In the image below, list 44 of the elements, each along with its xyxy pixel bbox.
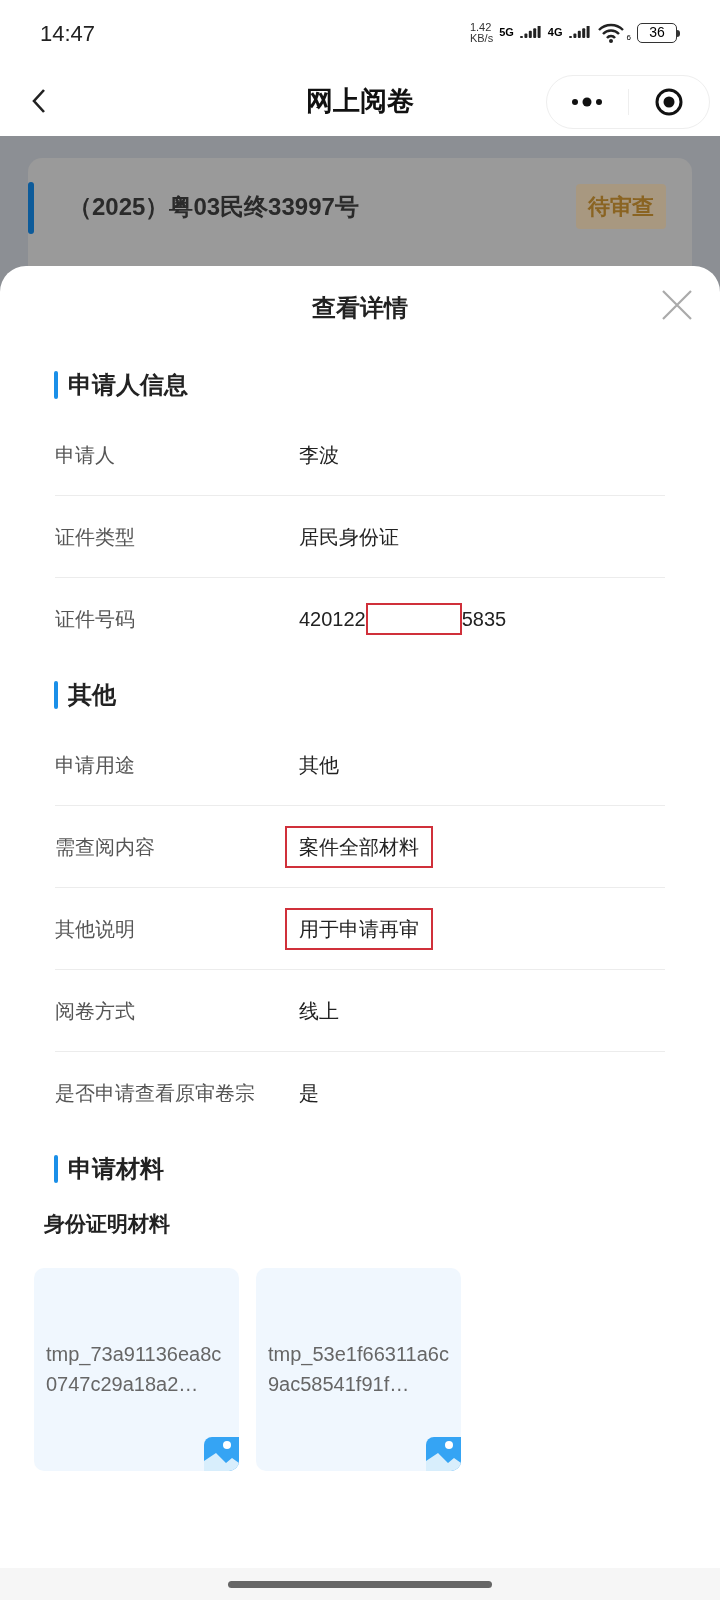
file-tile[interactable]: tmp_73a91136ea8c0747c29a18a2… bbox=[34, 1267, 239, 1471]
field-value: 420122 bbox=[299, 607, 366, 632]
field-value: 用于申请再审 bbox=[285, 907, 433, 950]
status-tag: 待审查 bbox=[576, 184, 666, 229]
field-label: 申请人 bbox=[55, 442, 116, 468]
field-label: 证件号码 bbox=[55, 607, 136, 632]
field-value: 其他 bbox=[299, 752, 339, 778]
file-name: tmp_53e1f66311a6c9ac58541f91f… bbox=[268, 1342, 449, 1397]
material-title: 身份证明材料 bbox=[44, 1212, 170, 1235]
battery-indicator: 36 bbox=[637, 23, 677, 43]
image-icon bbox=[426, 1436, 461, 1471]
page-title: 网上阅卷 bbox=[306, 84, 414, 118]
field-value: 线上 bbox=[299, 998, 339, 1024]
file-name: tmp_73a91136ea8c0747c29a18a2… bbox=[46, 1342, 223, 1397]
field-label: 申请用途 bbox=[55, 752, 136, 778]
field-label: 证件类型 bbox=[55, 524, 136, 550]
signal-icon bbox=[519, 26, 542, 40]
network-type: 5G bbox=[499, 25, 514, 40]
section-title: 其他 bbox=[68, 680, 116, 710]
field-value: 案件全部材料 bbox=[285, 825, 433, 868]
field-label: 是否申请查看原审卷宗 bbox=[55, 1081, 256, 1106]
field-label: 其他说明 bbox=[55, 916, 136, 942]
case-number: （2025）粤03民终33997号 bbox=[68, 191, 359, 222]
field-value: 是 bbox=[299, 1081, 319, 1106]
field-value: 李波 bbox=[299, 442, 339, 468]
field-label: 需查阅内容 bbox=[55, 834, 156, 860]
more-icon bbox=[570, 97, 605, 107]
signal-icon bbox=[568, 26, 591, 40]
sheet-title: 查看详情 bbox=[312, 293, 408, 323]
wifi-level: 6 bbox=[626, 32, 631, 44]
target-icon bbox=[653, 87, 684, 117]
wifi-icon bbox=[596, 23, 625, 43]
field-value: 居民身份证 bbox=[299, 524, 399, 550]
status-time: 14:47 bbox=[40, 19, 96, 48]
network-speed: 1.42 bbox=[469, 22, 493, 33]
field-label: 阅卷方式 bbox=[55, 998, 136, 1024]
network-speed-unit: KB/s bbox=[469, 33, 494, 44]
file-tile[interactable]: tmp_53e1f66311a6c9ac58541f91f… bbox=[256, 1267, 461, 1471]
image-icon bbox=[204, 1436, 239, 1471]
back-icon bbox=[31, 88, 47, 114]
field-value: 5835 bbox=[461, 607, 507, 632]
network-type: 4G bbox=[547, 25, 563, 40]
section-title: 申请人信息 bbox=[68, 370, 188, 400]
section-title: 申请材料 bbox=[68, 1154, 164, 1184]
